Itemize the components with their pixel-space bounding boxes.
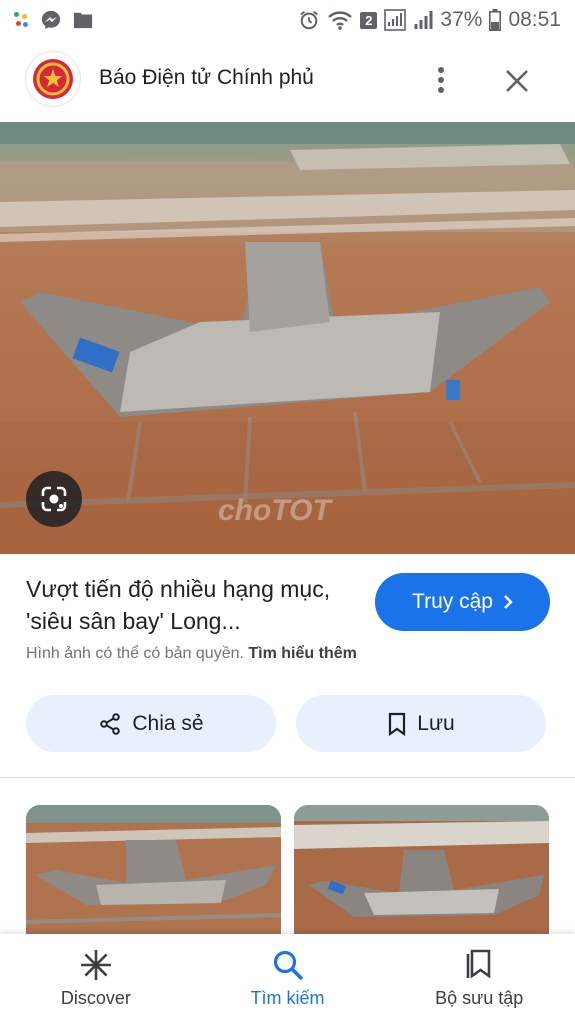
share-button[interactable]: Chia sẻ [26,695,276,752]
share-icon [100,712,121,735]
search-icon [273,950,303,981]
app-dots-icon [14,12,30,28]
sim-badge: 2 [360,11,378,29]
bookmark-icon [389,712,406,736]
status-bar: 2 37% 08:51 [0,0,575,40]
source-header: Báo Điện tử Chính phủ [0,40,575,122]
main-image[interactable]: choTOT [0,122,575,554]
image-watermark: choTOT [218,494,331,527]
battery-icon [489,9,502,31]
close-icon[interactable] [498,62,536,100]
related-image[interactable] [294,805,549,935]
national-emblem-icon[interactable] [26,52,80,106]
signal-icon [384,9,407,31]
bottom-navigation: Discover Tìm kiếm Bộ sưu tập [0,934,575,1024]
share-label: Chia sẻ [132,711,204,735]
nav-collections-label: Bộ sưu tập [435,988,524,1008]
signal-icon [414,11,433,29]
nav-collections[interactable]: Bộ sưu tập [383,934,575,1024]
google-lens-icon[interactable] [26,471,82,527]
site-name[interactable]: Báo Điện tử Chính phủ [99,66,314,90]
save-button[interactable]: Lưu [296,695,546,752]
wifi-icon [328,11,353,30]
nav-search[interactable]: Tìm kiếm [192,934,384,1024]
visit-label: Truy cập [412,590,493,613]
result-title[interactable]: Vượt tiến độ nhiều hạng mục, 'siêu sân b… [26,573,356,637]
divider [0,777,575,778]
chevron-right-icon [504,595,513,609]
messenger-icon [41,10,61,30]
collections-icon [466,949,491,979]
battery-percent: 37% [440,8,483,31]
learn-more-link[interactable]: Tìm hiểu thêm [248,645,356,662]
alarm-icon [300,10,319,30]
copyright-notice: Hình ảnh có thể có bản quyền. Tìm hiểu t… [26,645,357,663]
nav-search-label: Tìm kiếm [250,988,325,1008]
clock: 08:51 [508,8,561,31]
related-image[interactable] [26,805,281,935]
copyright-text: Hình ảnh có thể có bản quyền. [26,645,244,662]
more-vert-icon[interactable] [425,58,457,102]
asterisk-icon [80,950,111,980]
folder-icon [73,12,93,29]
nav-discover-label: Discover [60,988,131,1008]
nav-discover[interactable]: Discover [0,934,192,1024]
visit-button[interactable]: Truy cập [375,573,550,631]
save-label: Lưu [417,711,455,735]
